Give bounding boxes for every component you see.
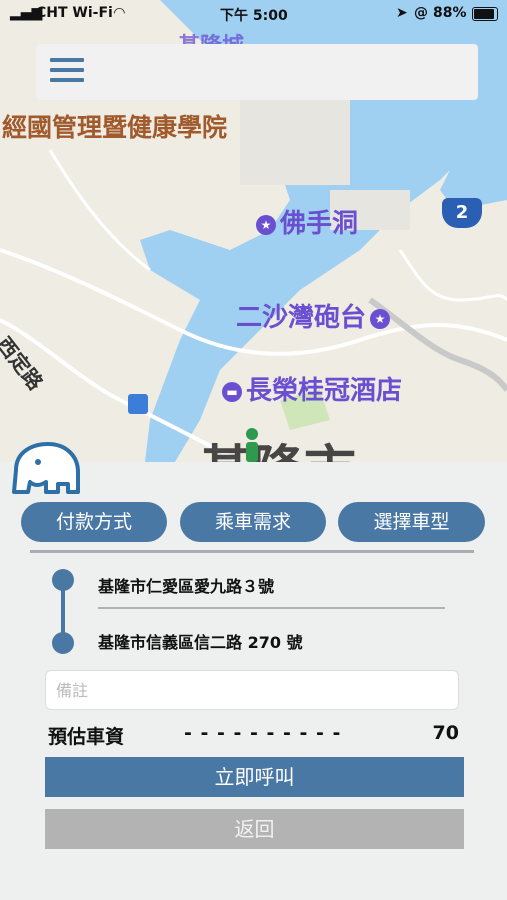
pickup-dot-icon [52, 569, 74, 591]
fare-value: 70 [432, 722, 459, 744]
clock: 下午 5:00 [220, 8, 288, 24]
divider [30, 550, 474, 553]
star-icon: ★ [370, 308, 391, 329]
elephant-logo-icon [12, 442, 80, 494]
tab-payment-method[interactable]: 付款方式 [21, 502, 167, 542]
status-bar: ▂▄▆ CHT Wi-Fi ◠ 下午 5:00 ➤ @ 88% [0, 0, 507, 28]
highway-number: 2 [455, 202, 469, 223]
map-poi-cave-label: 佛手洞 [280, 209, 359, 239]
back-button[interactable]: 返回 [45, 809, 464, 849]
star-icon: ★ [256, 214, 276, 235]
fare-label: 預估車資 [48, 726, 125, 748]
hamburger-menu-icon[interactable] [50, 58, 84, 86]
fare-dash-leader: - - - - - - - - - - [184, 722, 342, 744]
top-bar [36, 44, 478, 100]
call-now-button[interactable]: 立即呼叫 [45, 757, 464, 797]
bed-icon: ▬ [222, 381, 242, 402]
dropoff-dot-icon [52, 632, 74, 654]
highway-shield-icon: 2 [442, 198, 482, 228]
map-poi-fort-label: 二沙灣砲台 [236, 303, 367, 333]
pickup-address[interactable]: 基隆市仁愛區愛九路３號 [98, 573, 274, 597]
tab-vehicle-type[interactable]: 選擇車型 [338, 502, 485, 542]
wifi-icon: ◠ [114, 5, 125, 21]
tab-ride-requirements[interactable]: 乘車需求 [180, 502, 326, 542]
alarm-icon: @ [414, 5, 428, 21]
address-divider [98, 607, 445, 609]
train-station-icon [128, 394, 148, 414]
map-poi-hotel[interactable]: ▬ 長榮桂冠酒店 [218, 370, 402, 407]
map-poi-fort[interactable]: 二沙灣砲台 ★ [236, 297, 394, 334]
map-label-institute: 經國管理暨健康學院 [2, 113, 228, 142]
carrier-label: CHT Wi-Fi [36, 5, 113, 21]
map-poi-cave[interactable]: ★ 佛手洞 [252, 203, 358, 240]
dropoff-address[interactable]: 基隆市信義區信二路 270 號 [98, 629, 303, 653]
map-poi-hotel-label: 長榮桂冠酒店 [246, 376, 403, 406]
map-city-label: 基隆市 [200, 428, 356, 462]
person-pin-icon [246, 428, 260, 462]
location-arrow-icon: ➤ [396, 5, 408, 21]
note-input[interactable] [45, 670, 459, 710]
battery-percent: 88% [433, 5, 467, 21]
battery-icon [472, 7, 498, 21]
